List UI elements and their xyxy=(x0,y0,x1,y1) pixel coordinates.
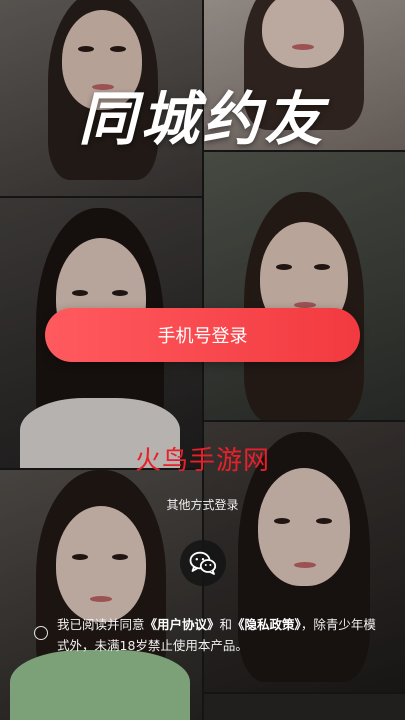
watermark-text: 火鸟手游网 xyxy=(134,446,270,476)
wechat-icon xyxy=(189,551,217,575)
agreement-prefix: 我已阅读并同意 xyxy=(57,617,145,632)
login-screen: 同城约友 手机号登录 火鸟手游网 其他方式登录 我已阅读并同意《用户协议》和《隐… xyxy=(0,0,405,720)
wechat-login-button[interactable] xyxy=(180,540,226,586)
agreement-radio[interactable] xyxy=(34,626,48,640)
app-headline: 同城约友 xyxy=(78,85,327,153)
user-agreement-link[interactable]: 《用户协议》 xyxy=(145,617,220,632)
privacy-policy-link[interactable]: 《隐私政策》 xyxy=(232,617,301,632)
agreement-text: 我已阅读并同意《用户协议》和《隐私政策》，除青少年模式外，未满18岁禁止使用本产… xyxy=(57,614,380,656)
phone-login-button[interactable]: 手机号登录 xyxy=(45,308,360,362)
agreement-and: 和 xyxy=(219,617,233,632)
agreement-section: 我已阅读并同意《用户协议》和《隐私政策》，除青少年模式外，未满18岁禁止使用本产… xyxy=(30,614,380,656)
other-login-label: 其他方式登录 xyxy=(166,498,239,512)
